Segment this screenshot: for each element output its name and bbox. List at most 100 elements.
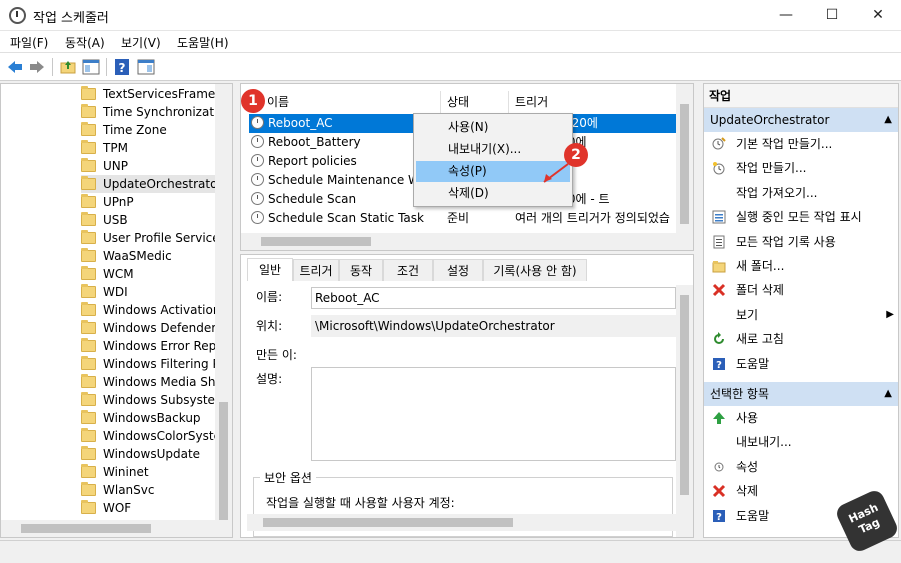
task-clock-icon [251, 211, 264, 224]
tree-item[interactable]: Windows Activation Technologies [81, 301, 221, 319]
detail-vertical-scrollbar[interactable] [676, 285, 693, 537]
arrow-up-icon [712, 411, 726, 425]
maximize-button[interactable]: ☐ [809, 0, 855, 31]
action-item[interactable]: 새로 고침 [710, 327, 896, 351]
tree-item[interactable]: Windows Error Reporting [81, 337, 221, 355]
task-name-field[interactable]: Reboot_AC [311, 287, 676, 309]
tree-item[interactable]: Windows Media Sharing [81, 373, 221, 391]
folder-icon [81, 392, 96, 406]
security-account-text: 작업을 실행할 때 사용할 사용자 계정: [266, 496, 455, 510]
tree-item-label: WindowsColorSystem [103, 429, 221, 443]
name-label: 이름: [256, 290, 283, 304]
tree-item[interactable]: USB [81, 211, 221, 229]
forward-arrow-icon[interactable] [28, 58, 46, 76]
column-header-trigger[interactable]: 트리거 [509, 91, 677, 113]
actions-section-selected[interactable]: 선택한 항목 ▲ [704, 382, 898, 406]
action-item[interactable]: 사용 [710, 406, 896, 430]
back-arrow-icon[interactable] [6, 58, 24, 76]
minimize-button[interactable]: — [763, 0, 809, 31]
task-list-horizontal-scrollbar[interactable] [241, 233, 693, 250]
tree-item[interactable]: UpdateOrchestrator [81, 175, 221, 193]
show-hide-action-pane-icon[interactable] [137, 58, 155, 76]
tree-item[interactable]: WindowsColorSystem [81, 427, 221, 445]
task-clock-icon [251, 116, 264, 129]
action-item[interactable]: 폴더 삭제 [710, 278, 896, 302]
detail-horizontal-scrollbar[interactable] [247, 514, 677, 531]
action-item[interactable]: 새 폴더... [710, 254, 896, 278]
menu-item-delete[interactable]: 삭제(D) [416, 183, 570, 204]
tree-item[interactable]: TextServicesFramework [81, 85, 221, 103]
folder-up-icon[interactable] [59, 58, 77, 76]
folder-icon [81, 410, 96, 424]
tree-item-label: Time Synchronization [103, 105, 221, 119]
task-list-vertical-scrollbar[interactable] [676, 84, 693, 250]
tree-item[interactable]: WDI [81, 283, 221, 301]
action-item[interactable]: 실행 중인 모든 작업 표시 [710, 205, 896, 229]
actions-section-folder[interactable]: UpdateOrchestrator ▲ [704, 108, 898, 132]
action-item[interactable]: 모든 작업 기록 사용 [710, 230, 896, 254]
action-item-label: 내보내기... [736, 435, 792, 450]
menu-file[interactable]: 파일(F) [10, 34, 48, 51]
tree-item[interactable]: Windows Subsystem For Linux [81, 391, 221, 409]
task-row[interactable]: Schedule Scan Static Task 준비 여러 개의 트리거가 정의… [249, 209, 679, 228]
action-item[interactable]: 작업 가져오기... [710, 181, 896, 205]
tree-item-label: Windows Media Sharing [103, 375, 221, 389]
collapse-icon[interactable]: ▲ [884, 382, 892, 406]
show-hide-tree-icon[interactable] [82, 58, 100, 76]
action-item[interactable]: 기본 작업 만들기... [710, 132, 896, 156]
actions-section-folder-label: UpdateOrchestrator [710, 113, 830, 127]
pointer-arrow-icon [543, 163, 569, 183]
task-name: Schedule Scan [268, 192, 357, 206]
folder-tree[interactable]: TextServicesFramework Time Synchronizatio… [0, 83, 233, 538]
menu-help[interactable]: 도움말(H) [177, 34, 229, 51]
menu-item-enable[interactable]: 사용(N) [416, 117, 570, 138]
tree-item[interactable]: Wininet [81, 463, 221, 481]
action-item[interactable]: 속성 [710, 455, 896, 479]
tab-actions[interactable]: 동작 [339, 259, 383, 281]
close-button[interactable]: ✕ [855, 0, 901, 31]
action-item[interactable]: 내보내기... [710, 430, 896, 454]
submenu-arrow-icon: ▶ [886, 308, 894, 320]
tree-item[interactable]: User Profile Service [81, 229, 221, 247]
tree-item[interactable]: Time Synchronization [81, 103, 221, 121]
tree-item[interactable]: WindowsBackup [81, 409, 221, 427]
tree-item[interactable]: Windows Defender [81, 319, 221, 337]
collapse-icon[interactable]: ▲ [884, 108, 892, 132]
tree-item[interactable]: WindowsUpdate [81, 445, 221, 463]
menu-item-export[interactable]: 내보내기(X)... [416, 139, 570, 160]
tab-general[interactable]: 일반 [247, 258, 293, 281]
action-item[interactable]: ? 도움말 [710, 352, 896, 376]
location-label: 위치: [256, 319, 283, 333]
tree-item-label: UPnP [103, 195, 134, 209]
task-clock-icon [251, 135, 264, 148]
tree-item-label: TPM [103, 141, 128, 155]
tab-settings[interactable]: 설정 [433, 259, 483, 281]
tree-item[interactable]: Time Zone [81, 121, 221, 139]
help-icon[interactable]: ? [113, 58, 131, 76]
column-header-name[interactable]: 이름 [261, 91, 441, 113]
tree-item[interactable]: WOF [81, 499, 221, 517]
tree-vertical-scrollbar[interactable] [215, 84, 232, 537]
tab-conditions[interactable]: 조건 [383, 259, 433, 281]
action-item[interactable]: 작업 만들기... [710, 156, 896, 180]
tab-history[interactable]: 기록(사용 안 함) [483, 259, 587, 281]
column-header-status[interactable]: 상태 [441, 91, 509, 113]
menu-view[interactable]: 보기(V) [121, 34, 161, 51]
tree-item-label: UpdateOrchestrator [103, 177, 221, 191]
menu-action[interactable]: 동작(A) [65, 34, 105, 51]
tree-item-label: Windows Filtering Platform [103, 357, 221, 371]
tree-item[interactable]: UPnP [81, 193, 221, 211]
tree-item[interactable]: UNP [81, 157, 221, 175]
tree-item[interactable]: WlanSvc [81, 481, 221, 499]
context-menu: 사용(N) 내보내기(X)... 속성(P) 삭제(D) [413, 113, 573, 207]
tree-item[interactable]: TPM [81, 139, 221, 157]
folder-icon [81, 284, 96, 298]
tree-item[interactable]: WaaSMedic [81, 247, 221, 265]
description-field[interactable] [311, 367, 676, 461]
tree-horizontal-scrollbar[interactable] [1, 520, 232, 537]
action-item[interactable]: 보기 ▶ [710, 303, 896, 327]
tab-triggers[interactable]: 트리거 [293, 259, 339, 281]
tree-item[interactable]: Windows Filtering Platform [81, 355, 221, 373]
tree-item[interactable]: WCM [81, 265, 221, 283]
author-label: 만든 이: [256, 348, 297, 362]
